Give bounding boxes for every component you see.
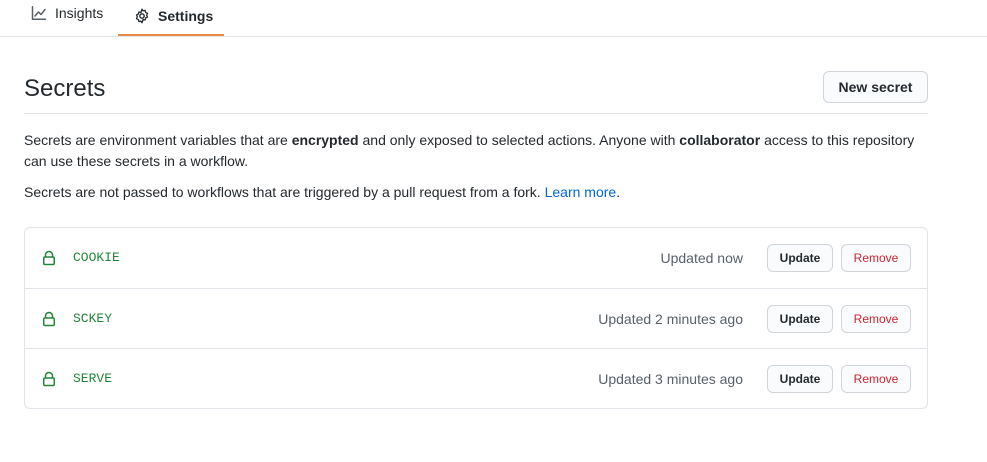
update-secret-button[interactable]: Update (767, 244, 833, 272)
active-tab-underline (118, 34, 224, 36)
secret-row: SERVE Updated 3 minutes ago Update Remov… (25, 348, 927, 408)
lock-icon (43, 371, 55, 387)
fork-notice: Secrets are not passed to workflows that… (24, 182, 934, 203)
tab-insights[interactable]: Insights (31, 0, 103, 31)
desc-text: Secrets are environment variables that a… (24, 132, 292, 148)
secret-name: SERVE (73, 371, 113, 386)
secrets-list: COOKIE Updated now Update Remove SCKEY U… (24, 227, 928, 409)
tab-insights-label: Insights (55, 4, 104, 21)
secret-row: SCKEY Updated 2 minutes ago Update Remov… (25, 288, 927, 348)
secret-updated: Updated 2 minutes ago (598, 311, 743, 327)
gear-icon (135, 8, 149, 23)
secrets-header: Secrets New secret (24, 66, 928, 114)
secret-name: SCKEY (73, 311, 113, 326)
tab-settings-label: Settings (158, 7, 214, 24)
desc-emphasis-encrypted: encrypted (291, 132, 359, 148)
graph-icon (31, 5, 47, 20)
repo-tab-bar: Insights Settings (0, 0, 987, 37)
tab-settings[interactable]: Settings (118, 0, 224, 37)
remove-secret-button[interactable]: Remove (841, 365, 911, 393)
secret-row: COOKIE Updated now Update Remove (25, 228, 927, 288)
learn-more-link[interactable]: Learn more (545, 184, 617, 200)
remove-secret-button[interactable]: Remove (841, 305, 911, 333)
fork-notice-text: Secrets are not passed to workflows that… (24, 184, 545, 200)
new-secret-button[interactable]: New secret (823, 71, 928, 103)
lock-icon (43, 311, 55, 327)
fork-notice-end: . (616, 184, 621, 200)
desc-text: and only exposed to selected actions. An… (358, 132, 680, 148)
secret-updated: Updated 3 minutes ago (598, 371, 743, 387)
page-title: Secrets (24, 75, 106, 102)
remove-secret-button[interactable]: Remove (841, 244, 911, 272)
secret-name: COOKIE (73, 250, 120, 265)
desc-emphasis-collaborator: collaborator (679, 132, 761, 148)
secret-updated: Updated now (660, 250, 743, 266)
lock-icon (43, 250, 55, 266)
update-secret-button[interactable]: Update (767, 365, 833, 393)
secrets-description: Secrets are environment variables that a… (24, 130, 934, 172)
update-secret-button[interactable]: Update (767, 305, 833, 333)
